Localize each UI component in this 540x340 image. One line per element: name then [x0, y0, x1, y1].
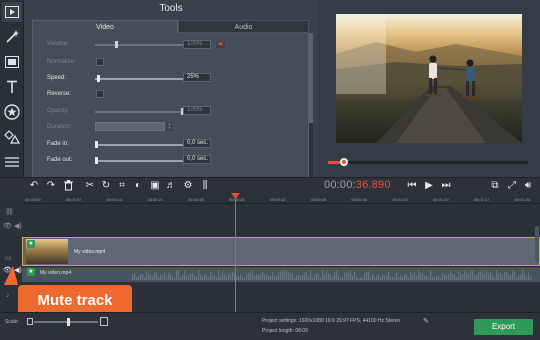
fade-in-value[interactable]: 0,0 sec.	[183, 139, 211, 148]
video-track-icon: ▭	[5, 255, 12, 262]
zoom-in-icon[interactable]	[100, 317, 108, 326]
fullscreen-icon[interactable]: ⤢	[505, 179, 519, 193]
fade-in-slider[interactable]	[95, 141, 185, 148]
visibility-icon[interactable]: 👁︎	[3, 222, 12, 230]
link-icon[interactable]: ⛓	[5, 208, 14, 216]
reverse-label: Reverse:	[47, 91, 72, 97]
audio-clip-label: My video.mp4	[40, 270, 72, 276]
settings-icon[interactable]: ⚙	[181, 179, 195, 193]
timeline-tick: 00:00:28	[188, 197, 204, 202]
delete-icon[interactable]	[61, 179, 75, 193]
export-button[interactable]: Export	[474, 319, 533, 335]
fade-out-slider[interactable]	[95, 157, 185, 164]
undo-icon[interactable]: ↶	[27, 179, 41, 193]
timeline-tick: 00:00:21	[147, 197, 163, 202]
opacity-label: Opacity:	[47, 108, 70, 114]
clip-star-icon: ★	[27, 240, 35, 248]
status-bar	[0, 312, 540, 340]
crop-icon[interactable]: ⌗	[115, 179, 129, 193]
timeline-tick: 00:01:03	[392, 197, 408, 202]
external-window-icon[interactable]: ⧉	[488, 179, 502, 193]
video-clip-label: My video.mp4	[74, 249, 106, 255]
timecode: 00:00:36.890	[324, 179, 391, 191]
transitions-icon[interactable]	[2, 127, 22, 147]
timeline-tick: 00:01:17	[473, 197, 490, 202]
project-length: Project length: 08:09	[262, 328, 308, 334]
scale-slider[interactable]	[34, 321, 98, 323]
timeline-tick: 00:00:00	[25, 197, 41, 202]
reverse-checkbox[interactable]	[96, 90, 104, 98]
fade-out-value[interactable]: 0,0 sec.	[183, 155, 211, 164]
play-icon[interactable]: ▶	[422, 179, 436, 193]
volume-label: Volume:	[47, 41, 69, 47]
ruler-baseline	[22, 203, 540, 204]
tools-scroll-thumb[interactable]	[309, 33, 313, 123]
tools-panel: Tools Video Audio Volume: 100% ◀) Normal…	[24, 0, 318, 177]
microphone-icon[interactable]: ♬	[164, 179, 178, 193]
next-frame-icon[interactable]: ⏭	[439, 179, 453, 193]
fade-out-label: Fade out:	[47, 157, 73, 163]
speed-slider[interactable]	[95, 75, 185, 82]
timeline-tick: 00:00:56	[351, 197, 367, 202]
opacity-value: 100%	[183, 106, 211, 115]
seek-handle[interactable]	[340, 158, 348, 166]
scale-label: Scale:	[5, 319, 19, 325]
color-adjust-icon[interactable]: ◐	[131, 179, 145, 193]
zoom-out-icon[interactable]	[27, 318, 33, 325]
tooltip-arrow	[4, 266, 18, 285]
image-icon[interactable]: ▣	[148, 179, 162, 193]
duration-field	[95, 122, 165, 131]
speed-label: Speed:	[47, 75, 67, 81]
edit-settings-icon[interactable]: ✎	[423, 317, 429, 325]
media-icon[interactable]	[2, 2, 22, 22]
project-settings: Project settings: 1920x1080 16:9 29.97 F…	[262, 318, 401, 324]
cut-icon[interactable]: ✂	[83, 179, 97, 193]
timeline-tick: 00:01:24	[514, 197, 531, 202]
normalize-checkbox	[96, 58, 104, 66]
tab-audio[interactable]: Audio	[178, 20, 309, 33]
duration-label: Duration:	[47, 124, 72, 130]
left-toolbar	[0, 0, 24, 177]
tools-title: Tools	[159, 3, 183, 14]
opacity-slider	[95, 108, 185, 115]
timeline-tick: 00:00:07	[65, 197, 82, 202]
timeline-tick: 00:00:49	[310, 197, 327, 202]
scale-handle[interactable]	[67, 318, 70, 326]
titles-icon[interactable]	[2, 77, 22, 97]
music-icon: ♪	[6, 292, 10, 299]
speed-value[interactable]: 25%	[183, 73, 211, 82]
stickers-icon[interactable]	[2, 102, 22, 122]
video-preview	[336, 14, 522, 143]
more-tools-icon[interactable]	[2, 152, 22, 172]
volume-slider	[95, 41, 185, 48]
volume-value: 100%	[183, 40, 211, 49]
mute-icon: ◀)	[216, 41, 225, 48]
timeline-scrollbar[interactable]	[535, 226, 539, 262]
volume-icon[interactable]: 🔊︎	[521, 179, 535, 193]
tab-video[interactable]: Video	[32, 20, 178, 33]
playhead[interactable]	[235, 195, 236, 315]
magic-wand-icon[interactable]	[2, 27, 22, 47]
rotate-icon[interactable]: ↻	[99, 179, 113, 193]
timeline-tick: 00:00:35	[229, 197, 245, 202]
fade-in-label: Fade in:	[47, 141, 69, 147]
duration-stepper: ▲ ▼	[166, 121, 173, 131]
normalize-label: Normalize:	[47, 59, 76, 65]
previous-frame-icon[interactable]: ⏮	[405, 179, 419, 193]
equalizer-icon[interactable]: ⫼	[198, 179, 212, 193]
edit-toolbar	[0, 177, 540, 195]
timeline-tick: 00:00:14	[106, 197, 123, 202]
seek-bar[interactable]	[328, 161, 528, 164]
audio-star-icon: ★	[27, 268, 35, 276]
redo-icon[interactable]: ↷	[44, 179, 58, 193]
audio-waveform	[132, 270, 532, 280]
tools-body: Volume: 100% ◀) Normalize: Speed: 25% Re…	[32, 33, 309, 177]
timeline-tick: 00:00:42	[269, 197, 286, 202]
speaker-icon[interactable]: ◀)	[14, 222, 22, 230]
clips-icon[interactable]	[2, 52, 22, 72]
timeline-tick: 00:01:10	[433, 197, 449, 202]
